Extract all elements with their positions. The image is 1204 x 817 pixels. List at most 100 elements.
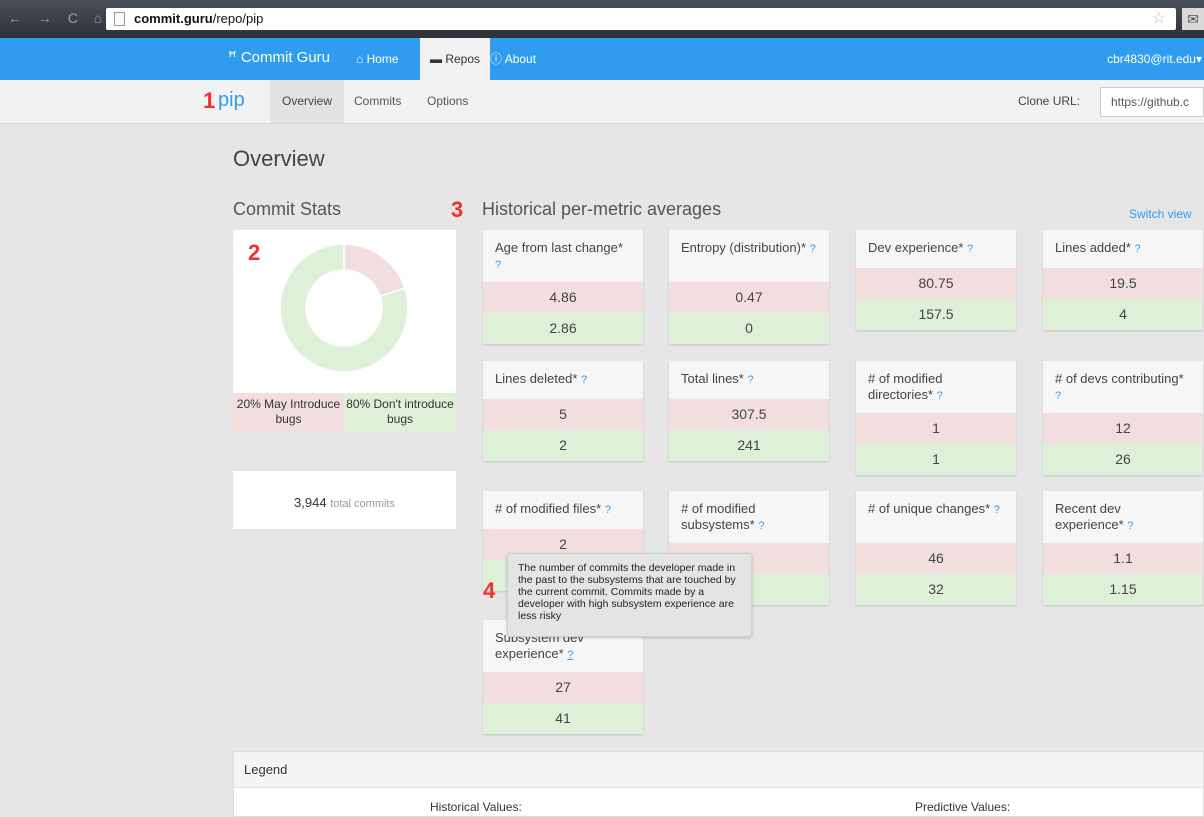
- metric-label: # of devs contributing*: [1055, 371, 1184, 386]
- url-path: /repo/pip: [212, 11, 264, 26]
- may-introduce-slice: [343, 244, 406, 298]
- metric-label: # of modified files*: [495, 501, 602, 516]
- buggy-value: 1.1: [1043, 543, 1203, 574]
- help-icon[interactable]: ?: [748, 374, 754, 386]
- buggy-value: 12: [1043, 413, 1203, 444]
- brand-icon: ꟸ: [228, 49, 237, 66]
- bug-ratio-donut: [280, 244, 408, 373]
- repo-name[interactable]: pip: [218, 89, 245, 112]
- buggy-value: 46: [856, 543, 1016, 574]
- annotation-marker-2: 2: [248, 240, 261, 265]
- metric-card: Lines added* ? 19.5 4: [1043, 230, 1203, 330]
- metric-label: # of modified subsystems*: [681, 501, 756, 532]
- bookmark-star-icon[interactable]: ☆: [1152, 8, 1166, 30]
- metric-card: Recent dev experience* ? 1.1 1.15: [1043, 491, 1203, 605]
- annotation-marker-1: 1: [203, 88, 216, 113]
- browser-nav-buttons[interactable]: ← → C ⌂: [8, 10, 108, 26]
- nav-home[interactable]: ⌂ Home: [346, 38, 409, 80]
- help-icon[interactable]: ?: [994, 504, 1000, 516]
- total-commits-value: 3,944: [294, 495, 327, 510]
- page-icon: [114, 12, 125, 26]
- buggy-value: 307.5: [669, 399, 829, 430]
- historical-title: Historical per-metric averages: [482, 199, 722, 219]
- address-bar[interactable]: commit.guru/repo/pip ☆: [106, 8, 1176, 30]
- tab-options[interactable]: Options: [415, 80, 480, 123]
- clean-value: 41: [483, 703, 643, 734]
- extension-icon[interactable]: ✉: [1182, 8, 1204, 30]
- historical-values-label: Historical Values:: [430, 800, 522, 814]
- metric-label: # of unique changes*: [868, 501, 991, 516]
- switch-view-link[interactable]: Switch view: [1129, 207, 1192, 221]
- legend-title: Legend: [234, 752, 1203, 788]
- metric-card: Subsystem dev experience* ? 27 41: [483, 620, 643, 734]
- commit-stats-title: Commit Stats: [233, 199, 342, 219]
- help-icon[interactable]: ?: [937, 390, 943, 402]
- help-icon[interactable]: ?: [495, 259, 501, 271]
- home-icon: ⌂: [356, 52, 364, 66]
- user-menu[interactable]: cbr4830@rit.edu▾: [1107, 38, 1204, 80]
- commit-stats-card: 2 20% May Introduce bugs 80% Don't intro…: [233, 230, 456, 433]
- url-host: commit.guru: [134, 11, 213, 26]
- help-icon[interactable]: ?: [605, 504, 611, 516]
- metric-tooltip: The number of commits the developer made…: [507, 553, 752, 637]
- metric-card: Lines deleted* ? 5 2: [483, 361, 643, 461]
- metric-card: # of unique changes* ? 46 32: [856, 491, 1016, 605]
- buggy-value: 19.5: [1043, 268, 1203, 299]
- buggy-value: 1: [856, 413, 1016, 444]
- annotation-marker-3: 3: [451, 197, 464, 222]
- clone-url-label: Clone URL:: [1018, 94, 1081, 108]
- buggy-value: 5: [483, 399, 643, 430]
- clean-value: 1: [856, 444, 1016, 475]
- help-icon[interactable]: ?: [967, 243, 973, 255]
- total-commits-card: 3,944 total commits: [233, 471, 456, 529]
- clean-value: 2: [483, 430, 643, 461]
- metric-label: Total lines*: [681, 371, 744, 386]
- main-navbar: ꟸ Commit Guru ⌂ Home ▬ Repos ⓘ About cbr…: [0, 38, 1204, 80]
- clean-value: 241: [669, 430, 829, 461]
- may-introduce-segment: 20% May Introduce bugs: [233, 393, 344, 433]
- browser-toolbar: ← → C ⌂ commit.guru/repo/pip ☆ ✉: [0, 0, 1204, 38]
- tab-commits[interactable]: Commits: [342, 80, 413, 123]
- buggy-value: 4.86: [483, 282, 643, 313]
- brand-logo[interactable]: ꟸ Commit Guru: [228, 48, 330, 66]
- clean-value: 2.86: [483, 313, 643, 344]
- tab-overview[interactable]: Overview: [270, 80, 345, 123]
- buggy-value: 80.75: [856, 268, 1016, 299]
- annotation-marker-4: 4: [483, 578, 496, 603]
- clean-value: 26: [1043, 444, 1203, 475]
- metric-label: Lines deleted*: [495, 371, 578, 386]
- brand-label: Commit Guru: [240, 49, 331, 66]
- clean-value: 32: [856, 574, 1016, 605]
- predictive-values-label: Predictive Values:: [915, 800, 1011, 814]
- legend-panel: Legend Historical Values: Predictive Val…: [233, 751, 1204, 817]
- clean-value: 1.15: [1043, 574, 1203, 605]
- help-icon[interactable]: ?: [1055, 390, 1061, 402]
- help-icon[interactable]: ?: [581, 374, 587, 386]
- nav-repos-label: Repos: [445, 52, 481, 66]
- metric-label: Dev experience*: [868, 240, 964, 255]
- clean-value: 0: [669, 313, 829, 344]
- help-icon[interactable]: ?: [1135, 243, 1141, 255]
- help-icon[interactable]: ?: [567, 649, 573, 661]
- help-icon[interactable]: ?: [758, 520, 764, 532]
- metric-card: Total lines* ? 307.5 241: [669, 361, 829, 461]
- clean-value: 4: [1043, 299, 1203, 330]
- metric-label: Entropy (distribution)*: [681, 240, 806, 255]
- buggy-value: 27: [483, 672, 643, 703]
- metric-card: Age from last change* ? 4.86 2.86: [483, 230, 643, 344]
- nav-home-label: Home: [366, 52, 399, 66]
- repo-subnav: 1 pip Overview Commits Options Clone URL…: [0, 80, 1204, 124]
- metric-card: # of modified directories* ? 1 1: [856, 361, 1016, 475]
- help-icon[interactable]: ?: [810, 243, 816, 255]
- metric-card: # of devs contributing* ? 12 26: [1043, 361, 1203, 475]
- nav-about[interactable]: ⓘ About: [480, 38, 546, 80]
- info-icon: ⓘ: [490, 52, 503, 66]
- help-icon[interactable]: ?: [1127, 520, 1133, 532]
- metric-card: Entropy (distribution)* ? 0.47 0: [669, 230, 829, 344]
- archive-icon: ▬: [430, 52, 442, 66]
- page-title: Overview: [233, 146, 325, 171]
- buggy-value: 0.47: [669, 282, 829, 313]
- total-commits-label: total commits: [330, 498, 395, 510]
- dont-introduce-segment: 80% Don't introduce bugs: [344, 393, 456, 433]
- clone-url-input[interactable]: https://github.c: [1100, 87, 1204, 117]
